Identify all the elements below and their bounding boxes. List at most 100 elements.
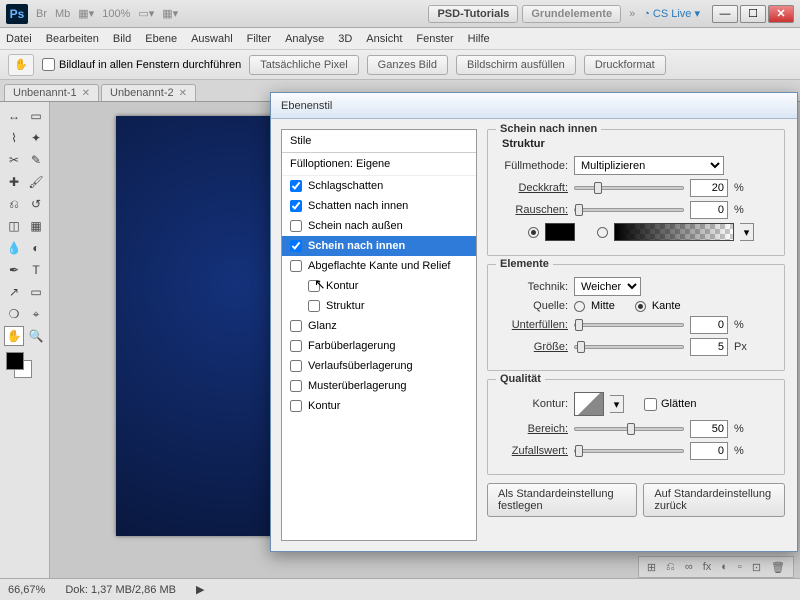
menu-hilfe[interactable]: Hilfe [468,33,490,45]
heal-tool-icon[interactable]: ✚ [4,172,24,192]
zoom-level[interactable]: 100% [102,8,130,20]
make-default-button[interactable]: Als Standardeinstellung festlegen [487,483,637,517]
gradient-dropdown-icon[interactable]: ▾ [740,223,754,241]
bereich-slider[interactable] [574,427,684,431]
menu-fenster[interactable]: Fenster [416,33,453,45]
contour-dropdown-icon[interactable]: ▾ [610,395,624,413]
stamp-tool-icon[interactable]: ⎌ [4,194,24,214]
fx-musterueberlagerung[interactable]: Musterüberlagerung [282,376,476,396]
deckkraft-slider[interactable] [574,186,684,190]
fx-schatten-innen[interactable]: Schatten nach innen [282,196,476,216]
blur-tool-icon[interactable]: 💧 [4,238,24,258]
close-icon[interactable]: ✕ [179,88,187,99]
rauschen-input[interactable] [690,201,728,219]
dock-icon[interactable]: fx [703,561,712,573]
fx-kontur-sub[interactable]: Kontur [282,276,476,296]
dock-icon[interactable]: ◐ [721,561,728,573]
contour-picker[interactable] [574,392,604,416]
workspace-grundelemente-button[interactable]: Grundelemente [522,5,621,23]
deckkraft-label[interactable]: Deckkraft: [498,182,568,194]
marquee-tool-icon[interactable]: ▭ [26,106,46,126]
unterfuellen-input[interactable] [690,316,728,334]
reset-default-button[interactable]: Auf Standardeinstellung zurück [643,483,785,517]
lasso-tool-icon[interactable]: ⌇ [4,128,24,148]
fx-schein-aussen[interactable]: Schein nach außen [282,216,476,236]
scroll-all-checkbox[interactable]: Bildlauf in allen Fenstern durchführen [42,58,241,71]
brush-tool-icon[interactable]: 🖌 [26,172,46,192]
window-minimize-icon[interactable]: — [712,5,738,23]
fill-screen-button[interactable]: Bildschirm ausfüllen [456,55,576,75]
move-tool-icon[interactable]: ↔ [4,106,24,126]
quelle-kante-radio[interactable] [635,301,646,312]
dock-icon[interactable]: ∞ [685,561,693,573]
status-arrow-icon[interactable]: ▶ [196,583,204,596]
window-close-icon[interactable]: ✕ [768,5,794,23]
camera-tool-icon[interactable]: ⌖ [26,304,46,324]
styles-header[interactable]: Stile [282,130,476,153]
workspace-tutorials-button[interactable]: PSD-Tutorials [428,5,518,23]
color-radio[interactable] [528,227,539,238]
rauschen-slider[interactable] [574,208,684,212]
dock-icon[interactable]: ⎌ [666,561,675,574]
menu-bearbeiten[interactable]: Bearbeiten [46,33,99,45]
fill-options[interactable]: Fülloptionen: Eigene [282,153,476,176]
type-tool-icon[interactable]: T [26,260,46,280]
fit-screen-button[interactable]: Ganzes Bild [367,55,448,75]
fx-farbueberlagerung[interactable]: Farbüberlagerung [282,336,476,356]
menu-auswahl[interactable]: Auswahl [191,33,233,45]
zoom-tool-icon[interactable]: 🔍 [26,326,46,346]
zufall-input[interactable] [690,442,728,460]
workspace-more-icon[interactable]: » [629,8,635,20]
groesse-slider[interactable] [574,345,684,349]
eyedropper-tool-icon[interactable]: ✎ [26,150,46,170]
arrange-icon[interactable]: ▦▾ [78,7,94,20]
menu-datei[interactable]: Datei [6,33,32,45]
menu-3d[interactable]: 3D [338,33,352,45]
technik-select[interactable]: Weicher [574,277,641,296]
doc-tab-2[interactable]: Unbenannt-2✕ [101,84,196,101]
menu-ansicht[interactable]: Ansicht [366,33,402,45]
gradient-swatch[interactable] [614,223,734,241]
menu-bild[interactable]: Bild [113,33,131,45]
unterfuellen-label[interactable]: Unterfüllen: [498,319,568,331]
fx-schlagschatten[interactable]: Schlagschatten [282,176,476,196]
dock-icon[interactable]: ⊡ [752,561,761,574]
unterfuellen-slider[interactable] [574,323,684,327]
hand-tool-icon[interactable]: ✋ [4,326,24,346]
pen-tool-icon[interactable]: ✒ [4,260,24,280]
dock-icon[interactable]: 🗑 [771,561,785,574]
menu-ebene[interactable]: Ebene [145,33,177,45]
fx-schein-innen[interactable]: Schein nach innen [282,236,476,256]
cslive-button[interactable]: ◔ CS Live ▾ [643,7,700,20]
bridge-icon[interactable]: Br [36,8,47,20]
fx-kontur[interactable]: Kontur [282,396,476,416]
status-doc[interactable]: Dok: 1,37 MB/2,86 MB [65,584,176,596]
groesse-input[interactable] [690,338,728,356]
gradient-radio[interactable] [597,227,608,238]
fuellmethode-select[interactable]: Multiplizieren [574,156,724,175]
mitte-label[interactable]: Mitte [591,300,615,312]
menu-filter[interactable]: Filter [247,33,271,45]
eraser-tool-icon[interactable]: ◫ [4,216,24,236]
window-maximize-icon[interactable]: ☐ [740,5,766,23]
fx-glanz[interactable]: Glanz [282,316,476,336]
3d-tool-icon[interactable]: ❍ [4,304,24,324]
doc-tab-1[interactable]: Unbenannt-1✕ [4,84,99,101]
path-tool-icon[interactable]: ↗ [4,282,24,302]
zufall-slider[interactable] [574,449,684,453]
shape-tool-icon[interactable]: ▭ [26,282,46,302]
screenmode-icon[interactable]: ▭▾ [138,7,154,20]
menu-analyse[interactable]: Analyse [285,33,324,45]
fx-abgeflacht[interactable]: Abgeflachte Kante und Relief [282,256,476,276]
rauschen-label[interactable]: Rauschen: [498,204,568,216]
gradient-tool-icon[interactable]: ▦ [26,216,46,236]
bereich-label[interactable]: Bereich: [498,423,568,435]
color-swatch[interactable] [4,352,46,382]
quelle-mitte-radio[interactable] [574,301,585,312]
dialog-title[interactable]: Ebenenstil [271,93,797,119]
fx-struktur-sub[interactable]: Struktur [282,296,476,316]
zufall-label[interactable]: Zufallswert: [498,445,568,457]
history-tool-icon[interactable]: ↺ [26,194,46,214]
status-zoom[interactable]: 66,67% [8,584,45,596]
dock-icon[interactable]: ▫ [738,561,742,573]
